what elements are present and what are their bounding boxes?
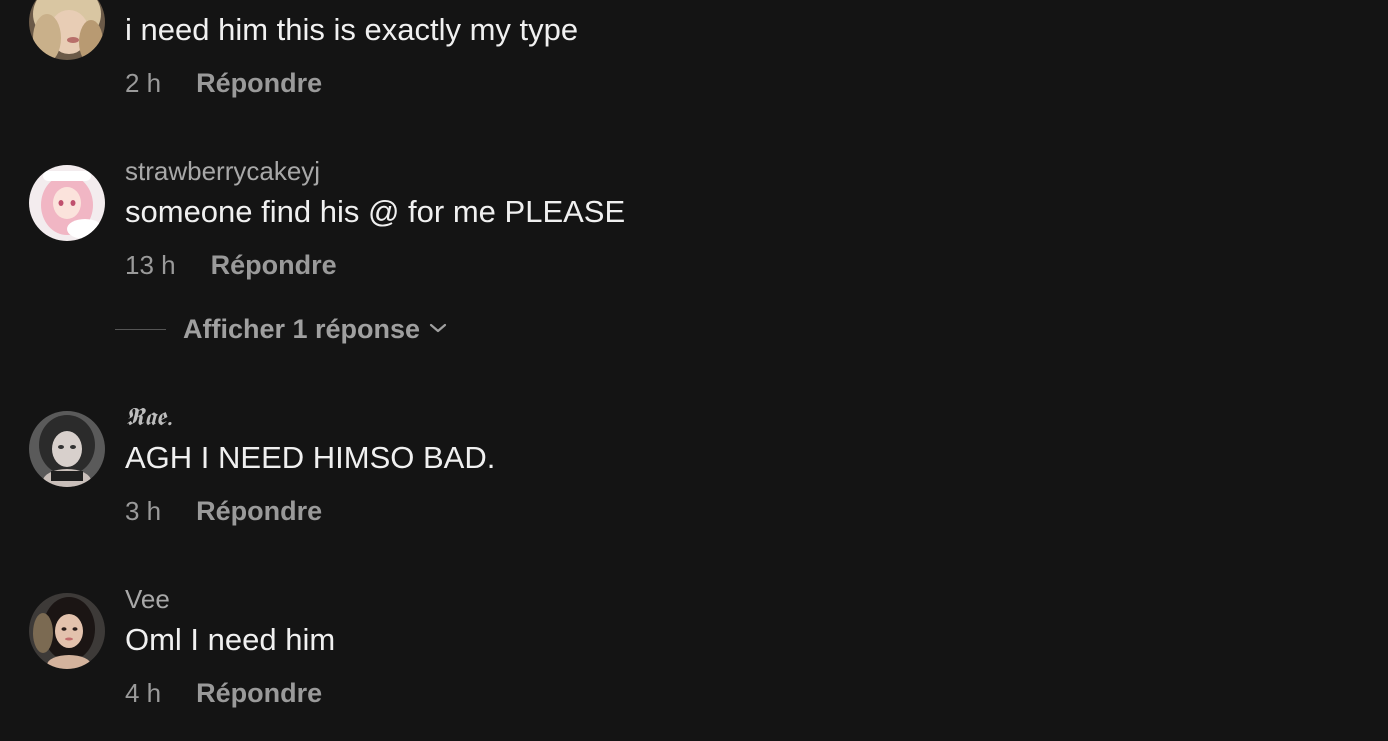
avatar[interactable] bbox=[29, 593, 105, 669]
divider-line bbox=[115, 328, 166, 331]
comment-meta: 13 h Répondre bbox=[125, 250, 337, 281]
comment-username[interactable]: strawberrycakeyj bbox=[125, 156, 320, 187]
reply-button[interactable]: Répondre bbox=[211, 250, 337, 281]
view-replies-button[interactable]: Afficher 1 réponse bbox=[115, 314, 447, 345]
reply-button[interactable]: Répondre bbox=[196, 678, 322, 709]
comment-text: someone find his @ for me PLEASE bbox=[125, 194, 626, 229]
avatar[interactable] bbox=[29, 411, 105, 487]
comment-text: AGH I NEED HIMSO BAD. bbox=[125, 440, 496, 475]
reply-button[interactable]: Répondre bbox=[196, 68, 322, 99]
chevron-down-icon bbox=[429, 321, 447, 339]
comment-time: 2 h bbox=[125, 68, 162, 98]
comment-meta: 2 h Répondre bbox=[125, 68, 322, 99]
comment-text: Oml I need him bbox=[125, 622, 336, 657]
comment-meta: 3 h Répondre bbox=[125, 496, 322, 527]
avatar[interactable] bbox=[29, 165, 105, 241]
reply-button[interactable]: Répondre bbox=[196, 496, 322, 527]
view-replies-label: Afficher 1 réponse bbox=[183, 314, 421, 344]
comment-time: 13 h bbox=[125, 250, 176, 280]
comment-time: 4 h bbox=[125, 678, 162, 708]
comment-username[interactable]: 𝕽𝖆𝖊. bbox=[125, 402, 174, 432]
comment-meta: 4 h Répondre bbox=[125, 678, 322, 709]
comment-username[interactable]: Vee bbox=[125, 584, 170, 615]
comment-text: i need him this is exactly my type bbox=[125, 12, 579, 47]
avatar[interactable] bbox=[29, 0, 105, 60]
comment-time: 3 h bbox=[125, 496, 162, 526]
